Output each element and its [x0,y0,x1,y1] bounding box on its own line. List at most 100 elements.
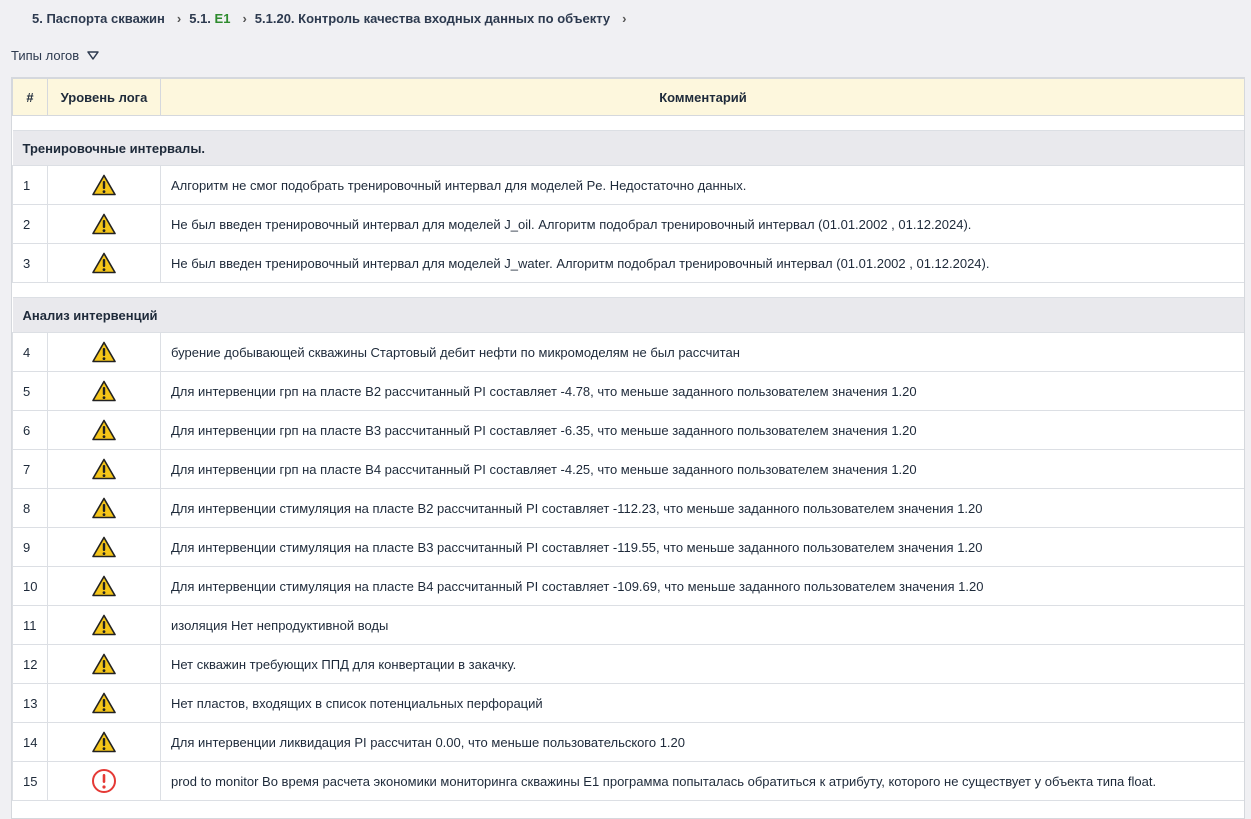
row-comment: Нет скважин требующих ППД для конвертаци… [160,644,1244,684]
row-level [47,332,161,372]
table-row[interactable]: 10 Для интервенции стимуляция на пласте B… [12,566,1244,606]
row-number: 10 [12,566,48,606]
row-comment: Не был введен тренировочный интервал для… [160,204,1244,244]
chevron-right-icon: › [622,10,627,26]
table-row[interactable]: 13 Нет пластов, входящих в список потенци… [12,683,1244,723]
row-comment: Для интервенции грп на пласте B2 рассчит… [160,371,1244,411]
table-row[interactable]: 8 Для интервенции стимуляция на пласте B2… [12,488,1244,528]
warning-triangle-icon [92,692,116,714]
table-row[interactable]: 14 Для интервенции ликвидация PI рассчита… [12,722,1244,762]
column-header-comment[interactable]: Комментарий [160,78,1244,116]
breadcrumb-item-label: 5.1. [189,10,215,26]
row-level [47,488,161,528]
column-header-number[interactable]: # [12,78,48,116]
row-comment: бурение добывающей скважины Стартовый де… [160,332,1244,372]
breadcrumb-item-highlight: E1 [214,10,231,26]
row-level [47,722,161,762]
breadcrumb-item-label: 5. Паспорта скважин [32,10,165,26]
column-header-level[interactable]: Уровень лога [47,78,161,116]
error-circle-icon [92,769,116,793]
row-number: 12 [12,644,48,684]
row-number: 7 [12,449,48,489]
row-comment: Алгоритм не смог подобрать тренировочный… [160,165,1244,205]
row-comment: Нет пластов, входящих в список потенциал… [160,683,1244,723]
row-comment: Для интервенции грп на пласте B3 рассчит… [160,410,1244,450]
warning-triangle-icon [92,252,116,274]
table-row[interactable]: 15 prod to monitor Во время расчета эконо… [12,761,1244,801]
warning-triangle-icon [92,731,116,753]
row-level [47,644,161,684]
warning-triangle-icon [92,380,116,402]
row-comment: prod to monitor Во время расчета экономи… [160,761,1244,801]
row-level [47,410,161,450]
row-level [47,165,161,205]
row-number: 4 [12,332,48,372]
row-number: 14 [12,722,48,762]
warning-triangle-icon [92,536,116,558]
warning-triangle-icon [92,575,116,597]
row-comment: изоляция Нет непродуктивной воды [160,605,1244,645]
breadcrumb-item[interactable]: 5.1. E1 [189,11,230,26]
table-row[interactable]: 12 Нет скважин требующих ППД для конверта… [12,644,1244,684]
table-row[interactable]: 3 Не был введен тренировочный интервал дл… [12,243,1244,283]
row-number: 8 [12,488,48,528]
warning-triangle-icon [92,614,116,636]
table-row[interactable]: 7 Для интервенции грп на пласте B4 рассчи… [12,449,1244,489]
group-spacer [12,282,1244,298]
row-number: 5 [12,371,48,411]
table-row[interactable]: 6 Для интервенции грп на пласте B3 рассчи… [12,410,1244,450]
warning-triangle-icon [92,458,116,480]
row-number: 11 [12,605,48,645]
table-row[interactable]: 11 изоляция Нет непродуктивной воды [12,605,1244,645]
row-number: 3 [12,243,48,283]
row-number: 1 [12,165,48,205]
row-number: 6 [12,410,48,450]
table-row[interactable]: 2 Не был введен тренировочный интервал дл… [12,204,1244,244]
table-row[interactable]: 4 бурение добывающей скважины Стартовый д… [12,332,1244,372]
row-comment: Для интервенции грп на пласте B4 рассчит… [160,449,1244,489]
log-types-filter[interactable]: Типы логов [11,48,99,63]
row-level [47,449,161,489]
spacer-cell [12,115,1244,131]
row-comment: Не был введен тренировочный интервал для… [160,243,1244,283]
table-row[interactable]: 1 Алгоритм не смог подобрать тренировочны… [12,165,1244,205]
log-table-container: # Уровень лога Комментарий Тренировочные… [11,77,1245,819]
triangle-down-icon [87,50,99,60]
chevron-right-icon: › [176,10,182,26]
table-row[interactable]: 9 Для интервенции стимуляция на пласте B3… [12,527,1244,567]
row-number: 9 [12,527,48,567]
row-level [47,243,161,283]
warning-triangle-icon [92,341,116,363]
table-header-row: # Уровень лога Комментарий [12,78,1244,116]
group-title: Анализ интервенций [12,297,1244,333]
row-comment: Для интервенции стимуляция на пласте B4 … [160,566,1244,606]
spacer-cell [12,282,1244,298]
row-level [47,527,161,567]
breadcrumb: 5. Паспорта скважин › 5.1. E1 › 5.1.20. Конт… [0,0,1251,36]
group-header-row[interactable]: Анализ интервенций [12,297,1244,333]
row-level [47,204,161,244]
row-number: 2 [12,204,48,244]
row-comment: Для интервенции стимуляция на пласте B3 … [160,527,1244,567]
table-row[interactable]: 5 Для интервенции грп на пласте B2 рассчи… [12,371,1244,411]
breadcrumb-item[interactable]: 5.1.20. Контроль качества входных данных… [255,11,610,26]
chevron-right-icon: › [242,10,247,26]
row-level [47,605,161,645]
warning-triangle-icon [92,419,116,441]
row-level [47,371,161,411]
warning-triangle-icon [92,653,116,675]
breadcrumb-item-label: 5.1.20. Контроль качества входных данных… [254,10,611,26]
breadcrumb-item[interactable]: 5. Паспорта скважин [32,11,165,26]
group-spacer [12,115,1244,131]
warning-triangle-icon [92,497,116,519]
log-table: # Уровень лога Комментарий Тренировочные… [12,78,1244,801]
warning-triangle-icon [92,174,116,196]
group-header-row[interactable]: Тренировочные интервалы. [12,130,1244,166]
group-title: Тренировочные интервалы. [12,130,1244,166]
row-comment: Для интервенции ликвидация PI рассчитан … [160,722,1244,762]
log-types-label: Типы логов [11,48,80,63]
row-number: 15 [12,761,48,801]
row-number: 13 [12,683,48,723]
row-level [47,566,161,606]
row-level [47,683,161,723]
